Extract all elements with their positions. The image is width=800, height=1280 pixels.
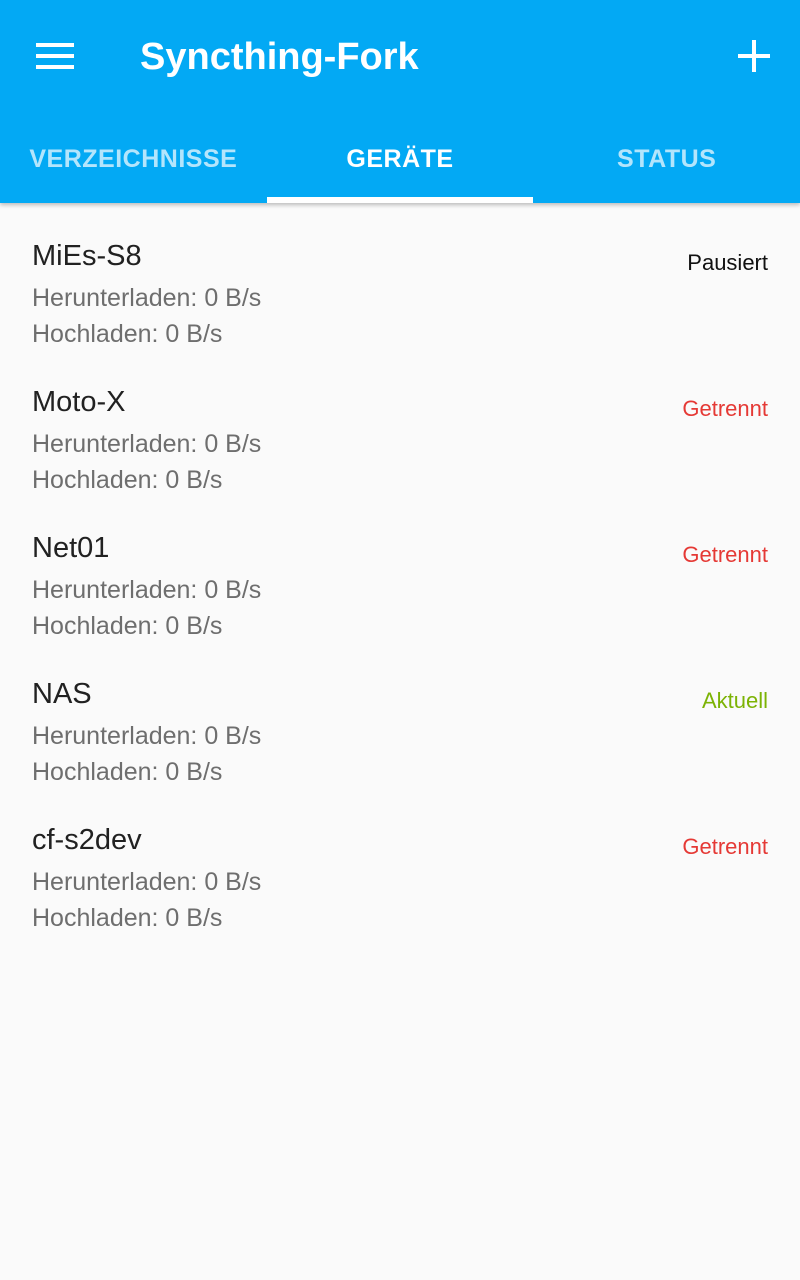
device-name: NAS xyxy=(32,678,92,710)
device-status: Pausiert xyxy=(687,250,768,275)
device-upload-rate: Hochladen: 0 B/s xyxy=(32,758,223,786)
device-name: Net01 xyxy=(32,532,110,564)
device-row[interactable]: NAS Herunterladen: 0 B/s Hochladen: 0 B/… xyxy=(0,641,800,787)
device-status: Getrennt xyxy=(682,542,768,567)
device-status: Getrennt xyxy=(682,396,768,421)
device-download-rate: Herunterladen: 0 B/s xyxy=(32,722,262,750)
device-download-rate: Herunterladen: 0 B/s xyxy=(32,576,262,604)
tab-bar: VERZEICHNISSE GERÄTE STATUS xyxy=(0,116,800,203)
device-list: MiEs-S8 Herunterladen: 0 B/s Hochladen: … xyxy=(0,203,800,933)
device-download-rate: Herunterladen: 0 B/s xyxy=(32,430,262,458)
device-download-rate: Herunterladen: 0 B/s xyxy=(32,284,262,312)
hamburger-menu-icon[interactable] xyxy=(36,40,74,72)
device-row[interactable]: Net01 Herunterladen: 0 B/s Hochladen: 0 … xyxy=(0,495,800,641)
device-row[interactable]: cf-s2dev Herunterladen: 0 B/s Hochladen:… xyxy=(0,787,800,933)
device-row[interactable]: MiEs-S8 Herunterladen: 0 B/s Hochladen: … xyxy=(0,203,800,349)
tab-status[interactable]: STATUS xyxy=(533,116,800,203)
device-download-rate: Herunterladen: 0 B/s xyxy=(32,868,262,896)
tab-verzeichnisse[interactable]: VERZEICHNISSE xyxy=(0,116,267,203)
tab-geraete[interactable]: GERÄTE xyxy=(267,116,534,203)
device-upload-rate: Hochladen: 0 B/s xyxy=(32,466,223,494)
device-name: Moto-X xyxy=(32,386,126,418)
device-status: Aktuell xyxy=(701,688,768,713)
device-name: MiEs-S8 xyxy=(32,240,142,272)
device-name: cf-s2dev xyxy=(32,824,142,856)
device-upload-rate: Hochladen: 0 B/s xyxy=(32,904,223,932)
device-row[interactable]: Moto-X Herunterladen: 0 B/s Hochladen: 0… xyxy=(0,349,800,495)
device-upload-rate: Hochladen: 0 B/s xyxy=(32,320,223,348)
device-upload-rate: Hochladen: 0 B/s xyxy=(32,612,223,640)
app-title: Syncthing-Fork xyxy=(140,36,419,78)
device-status: Getrennt xyxy=(682,834,768,859)
plus-icon[interactable] xyxy=(736,38,772,74)
app-bar: Syncthing-Fork VERZEICHNISSE GERÄTE STAT… xyxy=(0,0,800,203)
